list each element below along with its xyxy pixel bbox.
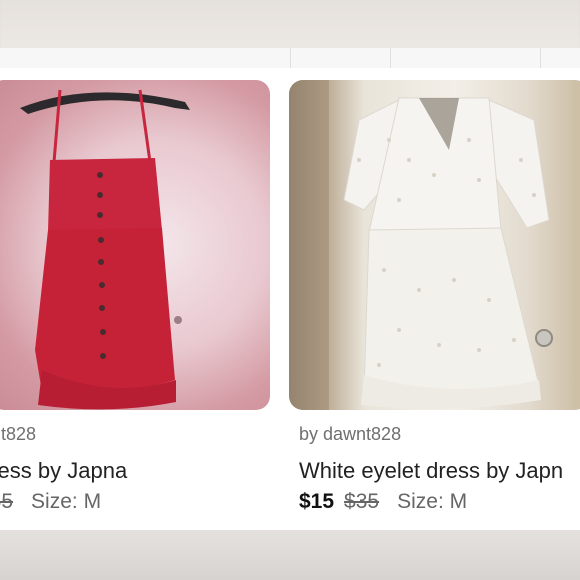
card-gap [278,80,288,530]
seller-name[interactable]: by dawnt828 [299,424,401,445]
listing-title[interactable]: White eyelet dress by Japn [299,458,563,484]
seller-name[interactable]: wnt828 [0,424,36,445]
price-row: $15 $35 Size: M [299,490,467,514]
listing-photo-red-dress[interactable] [0,80,270,410]
listing-card[interactable]: by dawnt828 White eyelet dress by Japn $… [289,80,580,528]
listing-grid: wnt828 dress by Japna $35 Size: M [0,68,580,530]
red-dress-illustration [20,89,190,410]
sale-price: $15 [299,490,335,513]
blurred-bottom-backdrop [0,530,580,580]
listing-photo-white-dress[interactable] [289,80,580,410]
original-price: $35 [0,490,14,513]
size-label: Size: M [31,490,102,513]
blurred-top-backdrop [0,0,580,50]
white-dress-illustration [289,80,553,410]
size-label: Size: M [397,490,468,513]
listing-title[interactable]: dress by Japna [0,458,127,484]
price-row: $35 Size: M [0,490,101,514]
listing-card[interactable]: wnt828 dress by Japna $35 Size: M [0,80,270,528]
previous-row-strip [0,48,580,69]
original-price: $35 [344,490,380,513]
